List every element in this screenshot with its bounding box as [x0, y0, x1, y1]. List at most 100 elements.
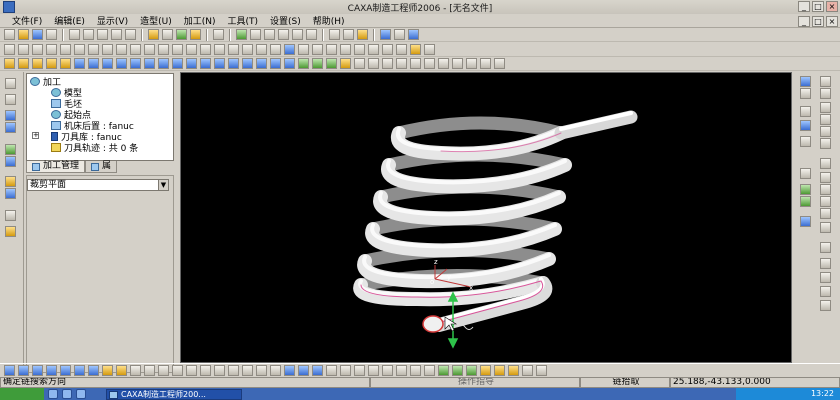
surface-extend-icon[interactable]	[438, 365, 449, 376]
menu-help[interactable]: 帮助(H)	[307, 14, 351, 27]
revolve-icon[interactable]	[116, 365, 127, 376]
window-icon[interactable]	[213, 29, 224, 40]
surface-icon[interactable]	[5, 156, 16, 167]
redo-icon[interactable]	[125, 29, 136, 40]
rib-icon[interactable]	[200, 365, 211, 376]
delete-point-icon[interactable]	[424, 58, 435, 69]
circular-pattern-icon[interactable]	[228, 365, 239, 376]
linear-pattern-icon[interactable]	[214, 365, 225, 376]
thread-machining-icon[interactable]	[284, 58, 295, 69]
tab-machining-manager[interactable]: 加工管理	[26, 161, 86, 173]
helix-tool-icon[interactable]	[820, 222, 831, 233]
clock[interactable]: 13:22	[811, 389, 834, 398]
fillet-feature-icon[interactable]	[242, 365, 253, 376]
shaded-icon[interactable]	[357, 29, 368, 40]
waterline-machining-icon[interactable]	[130, 58, 141, 69]
process-sheet-icon[interactable]	[326, 58, 337, 69]
view-manager-icon[interactable]	[394, 29, 405, 40]
maximize-button[interactable]: □	[812, 1, 824, 12]
doc-close-button[interactable]: ×	[826, 16, 838, 27]
menu-file[interactable]: 文件(F)	[6, 14, 48, 27]
light-icon[interactable]	[148, 29, 159, 40]
clear-lift-icon[interactable]	[452, 58, 463, 69]
edit-icon[interactable]	[820, 286, 831, 297]
point-icon[interactable]	[88, 44, 99, 55]
view-front-icon[interactable]	[4, 365, 15, 376]
wave-icon[interactable]	[480, 58, 491, 69]
move-feature-icon[interactable]	[396, 365, 407, 376]
trajectory-reverse-icon[interactable]	[396, 58, 407, 69]
plunge-machining-icon[interactable]	[214, 58, 225, 69]
array-icon[interactable]	[242, 44, 253, 55]
coons-surface-icon[interactable]	[508, 365, 519, 376]
view-iso-icon[interactable]	[46, 365, 57, 376]
drilling-icon[interactable]	[172, 58, 183, 69]
swept-surface-icon[interactable]	[494, 365, 505, 376]
texture-icon[interactable]	[380, 29, 391, 40]
pocket-machining-icon[interactable]	[46, 58, 57, 69]
open-file-icon[interactable]	[18, 29, 29, 40]
view-back-icon[interactable]	[74, 365, 85, 376]
projection-machining-icon[interactable]	[88, 58, 99, 69]
trajectory-section-icon[interactable]	[466, 58, 477, 69]
project-curve-icon[interactable]	[326, 44, 337, 55]
zoom-window-icon[interactable]	[250, 29, 261, 40]
circle-icon[interactable]	[32, 44, 43, 55]
curve-join-icon[interactable]	[800, 120, 811, 131]
hidden-line-icon[interactable]	[343, 29, 354, 40]
loft-icon[interactable]	[144, 365, 155, 376]
transform-icon[interactable]	[800, 168, 811, 179]
polygon-icon[interactable]	[102, 44, 113, 55]
cut-icon[interactable]	[69, 29, 80, 40]
polyline-icon[interactable]	[820, 88, 831, 99]
wireframe-icon[interactable]	[329, 29, 340, 40]
new-file-icon[interactable]	[4, 29, 15, 40]
curve-trim-icon[interactable]	[800, 136, 811, 147]
surface-fill-icon[interactable]	[466, 365, 477, 376]
quick-launch-icon[interactable]	[62, 389, 72, 399]
view-right-icon[interactable]	[60, 365, 71, 376]
iso-curve-icon[interactable]	[368, 44, 379, 55]
pen-icon[interactable]	[408, 29, 419, 40]
redraw-icon[interactable]	[236, 29, 247, 40]
split-icon[interactable]	[298, 365, 309, 376]
groove-machining-icon[interactable]	[186, 58, 197, 69]
shell-icon[interactable]	[158, 365, 169, 376]
filter-icon[interactable]	[176, 29, 187, 40]
lift-point-icon[interactable]	[438, 58, 449, 69]
surface-edit-icon[interactable]	[800, 184, 811, 195]
menu-edit[interactable]: 编辑(E)	[48, 14, 91, 27]
pencil-machining-icon[interactable]	[144, 58, 155, 69]
draft-icon[interactable]	[172, 365, 183, 376]
circle-tool-icon[interactable]	[820, 102, 831, 113]
zoom-out-icon[interactable]	[278, 29, 289, 40]
conic-icon[interactable]	[116, 44, 127, 55]
curve-machining-icon[interactable]	[102, 58, 113, 69]
pen-tool-icon[interactable]	[820, 258, 831, 269]
mirror-feature-icon[interactable]	[382, 365, 393, 376]
tool-panel-icon[interactable]	[5, 226, 16, 237]
gcode-icon[interactable]	[312, 58, 323, 69]
tree-item-toolpaths[interactable]: 刀具轨迹 : 共 0 条	[51, 141, 138, 154]
sketch-icon[interactable]	[410, 44, 421, 55]
menu-modeling[interactable]: 造型(U)	[134, 14, 178, 27]
mirror-icon[interactable]	[228, 44, 239, 55]
emboss-icon[interactable]	[368, 365, 379, 376]
surface-curve-icon[interactable]	[396, 44, 407, 55]
color-icon[interactable]	[190, 29, 201, 40]
silhouette-icon[interactable]	[382, 44, 393, 55]
line-icon[interactable]	[4, 44, 15, 55]
blend-surface-icon[interactable]	[536, 365, 547, 376]
surface-trim-icon[interactable]	[800, 196, 811, 207]
angle-line-icon[interactable]	[820, 196, 831, 207]
equidistant-icon[interactable]	[820, 208, 831, 219]
measure-icon[interactable]	[494, 58, 505, 69]
eraser-icon[interactable]	[820, 272, 831, 283]
residual-machining-icon[interactable]	[200, 58, 211, 69]
mold-icon[interactable]	[284, 365, 295, 376]
trim-icon[interactable]	[144, 44, 155, 55]
thicken-icon[interactable]	[354, 365, 365, 376]
spline-icon[interactable]	[74, 44, 85, 55]
solid-icon[interactable]	[5, 188, 16, 199]
trajectory-trim-icon[interactable]	[354, 58, 365, 69]
